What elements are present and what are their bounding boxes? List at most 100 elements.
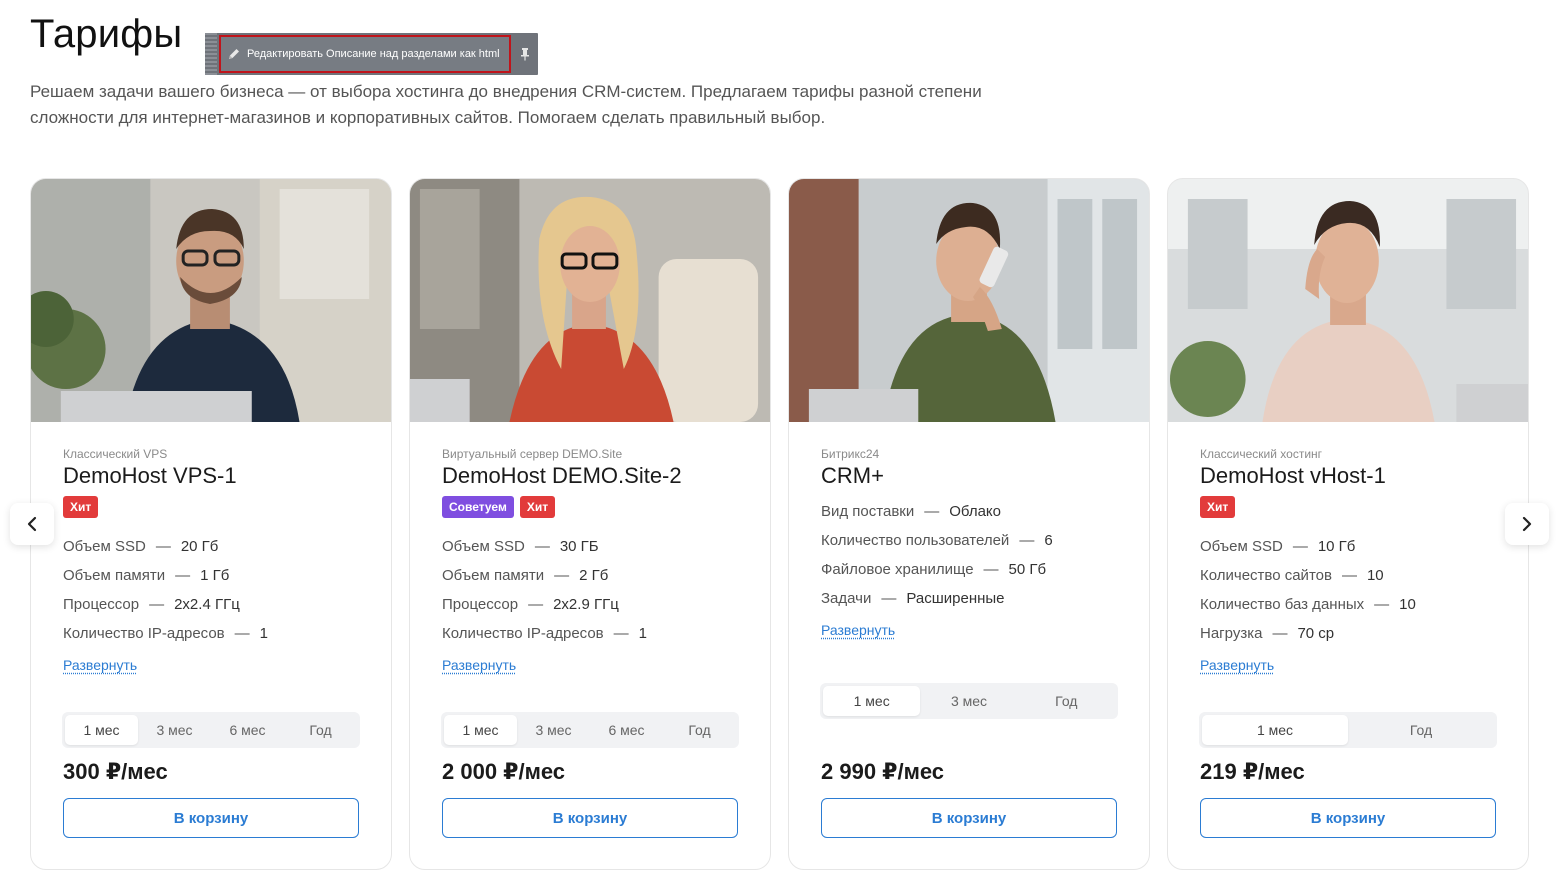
tariff-photo (31, 179, 391, 422)
tariff-name[interactable]: DemoHost DEMO.Site-2 (442, 462, 738, 490)
tariff-props: Вид поставки — Облако Количество пользоват… (821, 503, 1117, 619)
period-option-year[interactable]: Год (1348, 715, 1494, 745)
period-option-1-month[interactable]: 1 мес (444, 715, 517, 745)
admin-edit-toolbar: Редактировать Описание над разделами как… (205, 33, 538, 75)
page-title: Тарифы (30, 12, 183, 56)
expand-link[interactable]: Развернуть (442, 657, 516, 673)
tariff-name[interactable]: DemoHost VPS-1 (63, 462, 359, 490)
tariff-props: Объем SSD —20 Гб Объем памяти —1 Гб Процес… (63, 538, 359, 654)
badge-hit: Хит (63, 496, 99, 518)
tariff-category: Классический хостинг (1200, 447, 1323, 461)
pencil-icon (229, 49, 239, 59)
prop-row: Количество IP-адресов —1 (442, 625, 738, 654)
period-option-1-month[interactable]: 1 мес (65, 715, 138, 745)
expand-link[interactable]: Развернуть (63, 657, 137, 673)
tariff-name[interactable]: DemoHost vHost-1 (1200, 462, 1496, 490)
prop-row: Объем SSD —30 ГБ (442, 538, 738, 567)
tariff-price: 219 ₽/мес (1200, 759, 1305, 784)
prop-row: Количество баз данных —10 (1200, 596, 1496, 625)
tariff-card: Классический VPS DemoHost VPS-1 Хит Объе… (30, 178, 392, 870)
prop-label: Объем SSD (1200, 538, 1283, 555)
prop-value: 50 Гб (1008, 561, 1047, 578)
tariff-category: Виртуальный сервер DEMO.Site (442, 447, 623, 461)
prop-label: Вид поставки (821, 503, 915, 520)
period-selector: 1 мес 3 мес Год (820, 683, 1118, 719)
prop-value: Расширенные (906, 590, 1005, 607)
badge-list: Хит (63, 496, 359, 519)
tariff-card: Битрикс24 CRM+ Вид поставки — Облако Колич… (788, 178, 1150, 870)
add-to-cart-button[interactable]: В корзину (821, 798, 1117, 838)
tariff-category: Битрикс24 (821, 447, 880, 461)
prop-value: 20 Гб (180, 538, 219, 555)
badge-hit: Хит (1200, 496, 1236, 518)
prop-value: 10 Гб (1317, 538, 1356, 555)
prop-row: Объем SSD —20 Гб (63, 538, 359, 567)
expand-link[interactable]: Развернуть (1200, 657, 1274, 673)
carousel-next-button[interactable] (1505, 503, 1549, 545)
prop-label: Объем памяти (63, 567, 166, 584)
pin-icon[interactable] (511, 47, 538, 61)
edit-description-button[interactable]: Редактировать Описание над разделами как… (219, 35, 511, 73)
prop-label: Объем SSD (63, 538, 146, 555)
prop-label: Задачи (821, 590, 872, 607)
prop-row: Объем памяти —1 Гб (63, 567, 359, 596)
period-selector: 1 мес Год (1199, 712, 1497, 748)
tariff-props: Объем SSD —10 Гб Количество сайтов —10 Кол… (1200, 538, 1496, 654)
chevron-left-icon (27, 516, 37, 532)
prop-value: 2x2.9 ГГц (553, 596, 619, 613)
tariff-price: 300 ₽/мес (63, 759, 168, 784)
prop-value: 10 (1366, 567, 1384, 584)
tariff-photo (1168, 179, 1528, 422)
prop-value: Облако (949, 503, 1001, 520)
page-description: Решаем задачи вашего бизнеса — от выбора… (30, 82, 982, 127)
period-option-3-months[interactable]: 3 мес (517, 715, 590, 745)
add-to-cart-button[interactable]: В корзину (1200, 798, 1496, 838)
period-option-year[interactable]: Год (663, 715, 736, 745)
prop-row: Задачи — Расширенные (821, 590, 1117, 619)
tariff-photo (789, 179, 1149, 422)
period-option-6-months[interactable]: 6 мес (590, 715, 663, 745)
prop-row: Количество пользователей —6 (821, 532, 1117, 561)
prop-value: 1 Гб (200, 567, 230, 584)
prop-row: Нагрузка —70 ср (1200, 625, 1496, 654)
tariff-card: Классический хостинг DemoHost vHost-1 Хи… (1167, 178, 1529, 870)
badge-list: Хит (1200, 496, 1496, 519)
prop-label: Количество баз данных (1200, 596, 1365, 613)
period-selector: 1 мес 3 мес 6 мес Год (62, 712, 360, 748)
period-option-3-months[interactable]: 3 мес (920, 686, 1017, 716)
prop-label: Количество IP-адресов (442, 625, 604, 642)
period-option-year[interactable]: Год (1018, 686, 1115, 716)
period-option-1-month[interactable]: 1 мес (1202, 715, 1348, 745)
prop-value: 6 (1044, 532, 1053, 549)
tariff-price: 2 000 ₽/мес (442, 759, 566, 784)
add-to-cart-button[interactable]: В корзину (442, 798, 738, 838)
period-option-year[interactable]: Год (284, 715, 357, 745)
add-to-cart-button[interactable]: В корзину (63, 798, 359, 838)
prop-label: Процессор (442, 596, 519, 613)
period-option-3-months[interactable]: 3 мес (138, 715, 211, 745)
period-option-1-month[interactable]: 1 мес (823, 686, 921, 716)
period-selector: 1 мес 3 мес 6 мес Год (441, 712, 739, 748)
prop-row: Количество IP-адресов —1 (63, 625, 359, 654)
prop-value: 2 Гб (579, 567, 609, 584)
badge-hit: Хит (519, 496, 556, 518)
prop-row: Объем памяти —2 Гб (442, 567, 738, 596)
prop-value: 1 (259, 625, 268, 642)
tariff-category: Классический VPS (63, 447, 168, 461)
prop-value: 2x2.4 ГГц (174, 596, 240, 613)
prop-label: Объем памяти (442, 567, 545, 584)
prop-row: Вид поставки — Облако (821, 503, 1117, 532)
expand-link[interactable]: Развернуть (821, 622, 895, 638)
prop-row: Количество сайтов —10 (1200, 567, 1496, 596)
prop-label: Процессор (63, 596, 140, 613)
prop-row: Файловое хранилище —50 Гб (821, 561, 1117, 590)
prop-label: Нагрузка (1200, 625, 1263, 642)
badge-list: Советуем Хит (442, 496, 738, 519)
tariff-name[interactable]: CRM+ (821, 462, 1117, 490)
badge-advice: Советуем (442, 496, 514, 518)
drag-handle[interactable] (205, 33, 217, 75)
period-option-6-months[interactable]: 6 мес (211, 715, 284, 745)
edit-description-label: Редактировать Описание над разделами как… (247, 48, 500, 60)
carousel-prev-button[interactable] (10, 503, 54, 545)
prop-row: Процессор —2x2.4 ГГц (63, 596, 359, 625)
